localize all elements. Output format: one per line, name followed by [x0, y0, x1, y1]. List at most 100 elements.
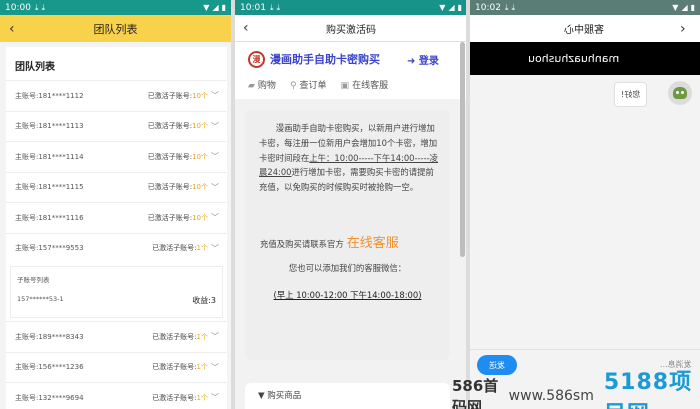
contact-prefix: 充值及购买请联系官方	[260, 239, 344, 249]
activated-count: 10个	[192, 152, 208, 161]
chat-banner: manhuazhushou	[470, 42, 700, 75]
download-icon: ⤓	[34, 2, 39, 12]
signal-icon: ◢	[448, 3, 455, 12]
watermark-url: www.586sm	[508, 387, 594, 404]
activated-count: 10个	[192, 91, 208, 100]
activated-label: 已激活子账号:	[147, 122, 193, 131]
team-row[interactable]: 主账号:181****1114 已激活子账号: 10个 ﹀	[6, 141, 227, 172]
service-hours: (早上 10:00-12:00 下午14:00-18:00)	[273, 290, 422, 300]
team-header: ‹ 团队列表	[0, 15, 231, 42]
activated-count: 10个	[192, 183, 208, 192]
back-arrow-icon[interactable]: ‹	[9, 21, 15, 37]
team-row[interactable]: 主账号:132****9694 已激活子账号: 1个 ﹀	[6, 382, 227, 409]
main-account: 主账号:181****1112	[15, 91, 84, 100]
chevron-down-icon[interactable]: ﹀	[211, 243, 219, 254]
chevron-down-icon[interactable]: ﹀	[211, 121, 219, 132]
chevron-down-icon[interactable]: ﹀	[211, 151, 219, 162]
wifi-icon: ▼	[203, 3, 210, 12]
sub-account-id: 157******53-1	[17, 295, 64, 303]
shop-tabs: ▰ 购物 ⚲ 查订单 ▣ 在线客服	[248, 78, 388, 91]
avatar	[668, 81, 692, 105]
main-account: 主账号:157****9553	[15, 244, 84, 253]
send-label: 发送	[489, 360, 505, 370]
status-bar: 10:01 ⤓ ⤓ ▼ ◢ ▮	[235, 0, 467, 15]
watermark-logo: 5188项目网	[603, 369, 693, 409]
team-row[interactable]: 主账号:181****1113 已激活子账号: 10个 ﹀	[6, 110, 227, 142]
message-text: 您好!	[621, 90, 641, 99]
watermark-site: 586首码网	[452, 376, 499, 409]
wechat-note: 您也可以添加我们的客服微信：	[288, 263, 407, 273]
send-button[interactable]: 发送	[477, 355, 517, 375]
notice-text: 漫画助手自助卡密购买，以新用户进行增加卡密，每注册一位新用户会增加10个卡密，增…	[259, 121, 441, 195]
tab-label: 在线客服	[352, 81, 389, 91]
activated-label: 已激活子账号:	[152, 332, 197, 341]
message-bubble: 您好!	[614, 82, 648, 107]
main-account: 主账号:189****8343	[15, 332, 84, 341]
activated-count: 1个	[196, 244, 208, 253]
chevron-down-icon[interactable]: ﹀	[211, 212, 219, 223]
team-row[interactable]: 主账号:156****1236 已激活子账号: 1个 ﹀	[6, 351, 227, 383]
section-label: 购买商品	[267, 391, 302, 401]
buy-section-header[interactable]: ▼ 购买商品	[245, 383, 450, 409]
chevron-down-icon[interactable]: ﹀	[211, 90, 219, 101]
back-arrow-icon[interactable]: ‹	[243, 20, 249, 36]
activated-label: 已激活子账号:	[147, 183, 193, 192]
team-row[interactable]: 主账号:181****1115 已激活子账号: 10个 ﹀	[6, 171, 227, 203]
page-title: 客服中心	[564, 25, 604, 36]
robot-icon	[673, 87, 687, 99]
team-row[interactable]: 主账号:181****1116 已激活子账号: 10个 ﹀	[6, 202, 227, 233]
tab-shopping[interactable]: ▰ 购物	[248, 78, 276, 91]
activated-label: 已激活子账号:	[147, 213, 193, 222]
scrollbar[interactable]	[460, 42, 465, 257]
chevron-down-icon[interactable]: ﹀	[211, 182, 219, 193]
chevron-down-icon[interactable]: ﹀	[211, 362, 219, 373]
chat-nav: 客服中心 ›	[470, 15, 700, 42]
tab-label: 查订单	[299, 81, 327, 91]
status-time: 10:01	[240, 2, 266, 13]
download-icon: ⤓	[41, 2, 46, 12]
card-title: 团队列表	[15, 62, 55, 73]
activated-label: 已激活子账号:	[147, 91, 193, 100]
activated-count: 10个	[192, 122, 208, 131]
team-row[interactable]: 主账号:189****8343 已激活子账号: 1个 ﹀	[6, 321, 227, 352]
status-time: 10:02	[475, 2, 501, 13]
support-chat-screen: 10:02 ⤓ ⤓ ▼ ◢ ▮ 客服中心 › manhuazhushou 您好! 发…	[470, 0, 700, 409]
buy-nav: ‹ 购买激活码	[235, 15, 467, 42]
battery-icon: ▮	[457, 3, 462, 12]
team-row[interactable]: 主账号:157****9553 已激活子账号: 1个 ﹀	[6, 232, 227, 264]
activated-label: 已激活子账号:	[147, 152, 193, 161]
tab-orders[interactable]: ⚲ 查订单	[290, 78, 327, 91]
chevron-down-icon[interactable]: ﹀	[211, 331, 219, 342]
watermark: 586首码网 www.586sm 5188项目网	[452, 370, 700, 409]
activated-count: 10个	[192, 213, 208, 222]
login-icon: ➜	[407, 56, 416, 67]
login-link[interactable]: ➜ 登录	[407, 52, 439, 67]
sub-list-title: 子账号列表	[17, 276, 50, 284]
chevron-down-icon[interactable]: ﹀	[211, 392, 219, 403]
chevron-down-icon: ▼	[258, 391, 265, 401]
shop-header: 漫 漫画助手自助卡密购买 ➜ 登录 ▰ 购物 ⚲ 查订单 ▣ 在线客服	[235, 42, 467, 99]
sub-account-list: 子账号列表 157******53-1 收益:3	[10, 266, 223, 318]
tab-label: 购物	[257, 81, 276, 91]
tab-support[interactable]: ▣ 在线客服	[341, 78, 389, 91]
notice-card: 漫画助手自助卡密购买，以新用户进行增加卡密，每注册一位新用户会增加10个卡密，增…	[245, 110, 450, 360]
download-icon: ⤓	[511, 2, 516, 12]
signal-icon: ◢	[681, 3, 688, 12]
search-icon: ⚲	[289, 81, 297, 91]
wifi-icon: ▼	[439, 3, 446, 12]
main-account: 主账号:181****1113	[15, 122, 84, 131]
sub-account-earnings: 收益:3	[192, 296, 216, 305]
back-arrow-icon[interactable]: ›	[680, 21, 686, 37]
team-row[interactable]: 主账号:181****1112 已激活子账号: 10个 ﹀	[6, 80, 227, 111]
login-label: 登录	[418, 56, 439, 67]
buy-code-screen: 10:01 ⤓ ⤓ ▼ ◢ ▮ ‹ 购买激活码 漫 漫画助手自助卡密购买 ➜ 登录 …	[235, 0, 467, 409]
main-account: 主账号:181****1116	[15, 213, 84, 222]
support-link[interactable]: 在线客服	[347, 236, 399, 251]
wifi-icon: ▼	[672, 3, 679, 12]
activated-count: 1个	[196, 363, 208, 372]
brand-title: 漫画助手自助卡密购买	[270, 53, 380, 66]
page-title: 团队列表	[93, 22, 138, 36]
download-icon: ⤓	[276, 2, 281, 12]
battery-icon: ▮	[690, 3, 695, 12]
main-account: 主账号:132****9694	[15, 393, 84, 402]
